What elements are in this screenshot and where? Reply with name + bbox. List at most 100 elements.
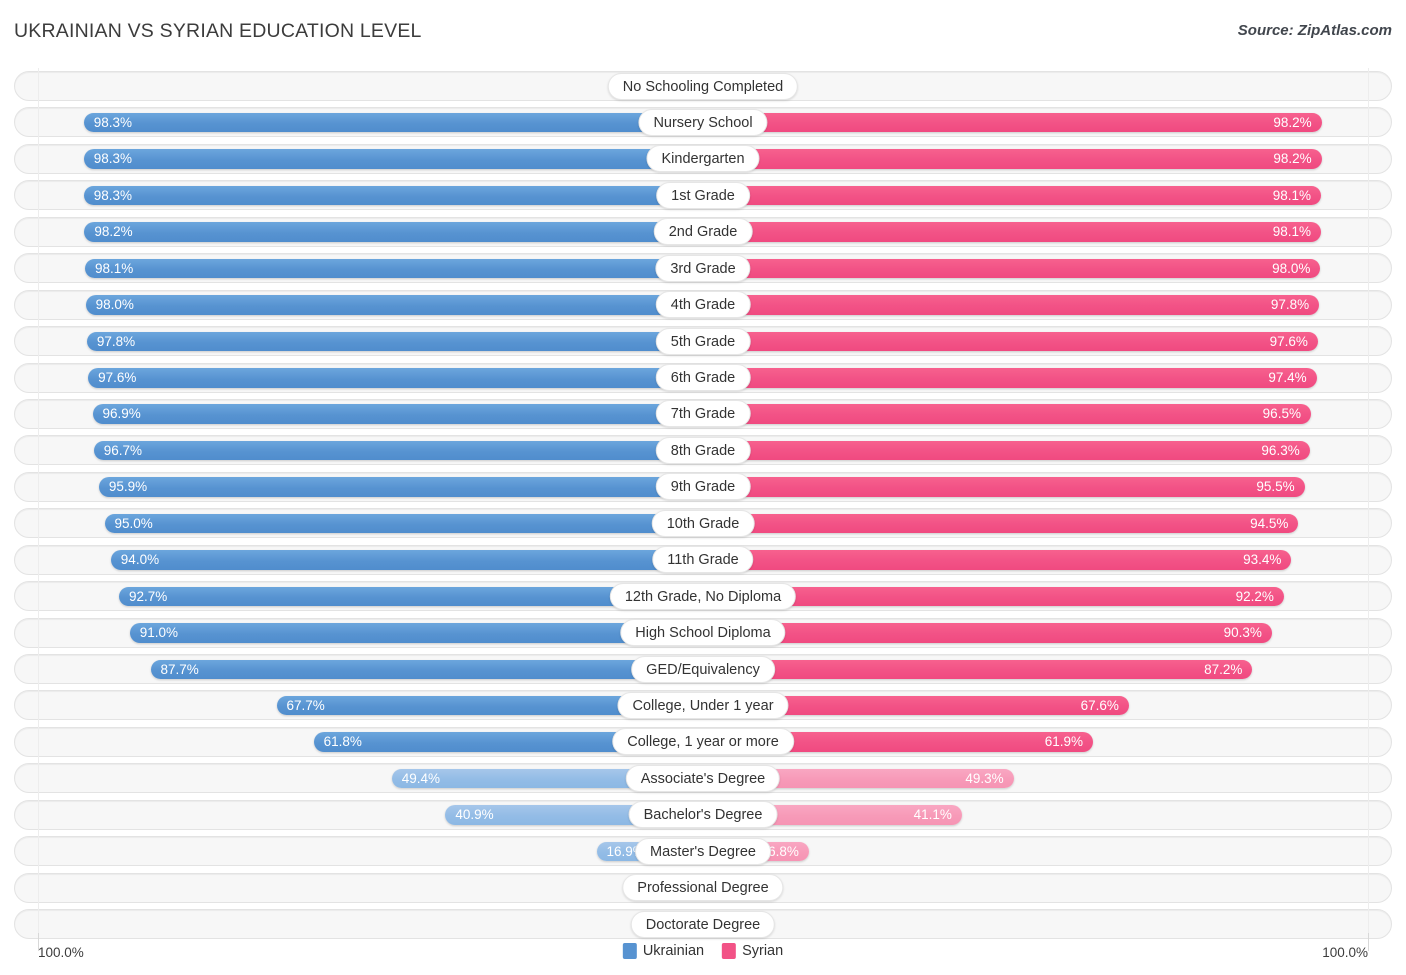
bar-ukrainian[interactable] [84, 222, 703, 242]
bar-ukrainian[interactable] [104, 513, 703, 534]
axis-guide-left [38, 760, 39, 797]
value-label-syrian: 92.2% [1235, 588, 1274, 604]
legend-label: Syrian [742, 943, 784, 959]
bar-syrian[interactable] [703, 368, 1317, 388]
page-title: UKRAINIAN VS SYRIAN EDUCATION LEVEL [14, 20, 422, 42]
bar-syrian[interactable] [703, 222, 1322, 242]
chart-page: UKRAINIAN VS SYRIAN EDUCATION LEVEL Sour… [0, 0, 1406, 975]
axis-guide-left [38, 432, 39, 469]
value-label-syrian: 94.5% [1250, 515, 1289, 531]
bar-ukrainian[interactable] [129, 623, 703, 643]
bar-syrian[interactable] [703, 623, 1272, 643]
axis-guide-right [1368, 505, 1369, 542]
bar-ukrainian[interactable] [83, 185, 703, 206]
value-label-ukrainian: 96.7% [103, 442, 143, 458]
bar-row: 97.6% 97.4% 6th Grade [0, 359, 1406, 396]
axis-guide-right [1368, 760, 1369, 797]
bar-ukrainian[interactable] [93, 440, 703, 461]
bar-row: 96.7% 96.3% 8th Grade [0, 432, 1406, 469]
axis-guide-left [38, 177, 39, 214]
legend-item[interactable]: Syrian [722, 943, 783, 959]
axis-guide-left [38, 140, 39, 178]
category-label: Associate's Degree [625, 764, 781, 792]
axis-guide-right [1368, 140, 1369, 178]
bar-syrian[interactable] [703, 477, 1305, 497]
bar-row: 87.7% 87.2% GED/Equivalency [0, 651, 1406, 688]
bar-ukrainian[interactable] [83, 112, 703, 133]
axis-guide-left [38, 213, 39, 251]
bar-syrian[interactable] [703, 185, 1322, 206]
bar-row: 1.8%1.9%No Schooling Completed [0, 68, 1406, 105]
bar-syrian[interactable] [703, 258, 1321, 279]
bar-ukrainian[interactable] [84, 258, 703, 279]
axis-guide-left [38, 286, 39, 324]
value-label-ukrainian: 98.3% [93, 151, 132, 167]
axis-guide-left [38, 651, 39, 688]
axis-guide-right [1368, 286, 1369, 324]
bar-ukrainian[interactable] [88, 368, 703, 388]
axis-guide-right [1368, 651, 1369, 688]
axis-guide-left [38, 468, 39, 506]
axis-tick-right [1368, 933, 1369, 951]
value-label-syrian: 97.8% [1270, 297, 1310, 313]
bar-ukrainian[interactable] [92, 404, 703, 424]
bar-row: 95.0% 94.5% 10th Grade [0, 505, 1406, 542]
bar-ukrainian[interactable] [150, 659, 703, 679]
legend-label: Ukrainian [642, 943, 705, 959]
axis-guide-left [38, 323, 39, 360]
bar-syrian[interactable] [703, 149, 1322, 169]
bar-row: 96.9% 96.5% 7th Grade [0, 395, 1406, 433]
value-label-syrian: 96.3% [1261, 442, 1300, 458]
axis-guide-left [38, 687, 39, 724]
category-label: College, Under 1 year [617, 691, 789, 719]
bar-ukrainian[interactable] [110, 550, 703, 570]
bar-syrian[interactable] [703, 550, 1292, 570]
bar-row: 5.1%5.2%Professional Degree [0, 869, 1406, 907]
value-label-syrian: 98.1% [1272, 224, 1312, 240]
category-label: Bachelor's Degree [628, 801, 778, 829]
axis-guide-left [38, 104, 39, 141]
category-label: No Schooling Completed [607, 72, 799, 100]
bar-syrian[interactable] [703, 295, 1320, 315]
bar-syrian[interactable] [703, 404, 1311, 424]
axis-guide-right [1368, 869, 1369, 907]
category-label: 10th Grade [651, 509, 755, 537]
category-label: 11th Grade [652, 546, 754, 574]
bar-syrian[interactable] [703, 659, 1253, 679]
source-attribution: Source: ZipAtlas.com [1237, 22, 1392, 39]
legend-item[interactable]: Ukrainian [622, 943, 705, 959]
category-label: Kindergarten [646, 145, 760, 173]
bar-row: 92.7% 92.2% 12th Grade, No Diploma [0, 578, 1406, 615]
chart-header: UKRAINIAN VS SYRIAN EDUCATION LEVEL Sour… [0, 0, 1406, 62]
axis-guide-right [1368, 578, 1369, 615]
value-label-ukrainian: 98.2% [94, 224, 133, 240]
bar-syrian[interactable] [703, 513, 1299, 534]
bar-syrian[interactable] [703, 331, 1318, 352]
bar-ukrainian[interactable] [86, 331, 703, 352]
axis-label-right: 100.0% [1322, 945, 1368, 960]
bar-row: 91.0% 90.3% High School Diploma [0, 614, 1406, 651]
category-label: 8th Grade [655, 436, 751, 464]
bar-syrian[interactable] [703, 112, 1322, 133]
value-label-ukrainian: 95.0% [114, 515, 153, 531]
axis-guide-left [38, 505, 39, 542]
value-label-syrian: 97.6% [1269, 333, 1308, 349]
category-label: GED/Equivalency [631, 655, 775, 683]
axis-guide-right [1368, 541, 1369, 579]
bar-ukrainian[interactable] [83, 149, 703, 169]
bar-rows-container: 1.8%1.9%No Schooling Completed 98.3% 98.2%… [0, 68, 1406, 943]
value-label-syrian: 87.2% [1204, 661, 1243, 677]
value-label-syrian: 49.3% [965, 770, 1004, 786]
axis-guide-right [1368, 323, 1369, 360]
square-swatch-icon [622, 943, 637, 959]
bar-ukrainian[interactable] [85, 295, 703, 315]
value-label-ukrainian: 40.9% [455, 807, 494, 823]
category-label: Professional Degree [622, 874, 784, 902]
value-label-ukrainian: 87.7% [160, 661, 199, 677]
bar-ukrainian[interactable] [98, 477, 703, 497]
bar-row: 61.8% 61.9% College, 1 year or more [0, 723, 1406, 761]
axis-guide-left [38, 395, 39, 433]
bar-syrian[interactable] [703, 440, 1310, 461]
category-label: 6th Grade [655, 364, 751, 391]
axis-guide-left [38, 614, 39, 651]
